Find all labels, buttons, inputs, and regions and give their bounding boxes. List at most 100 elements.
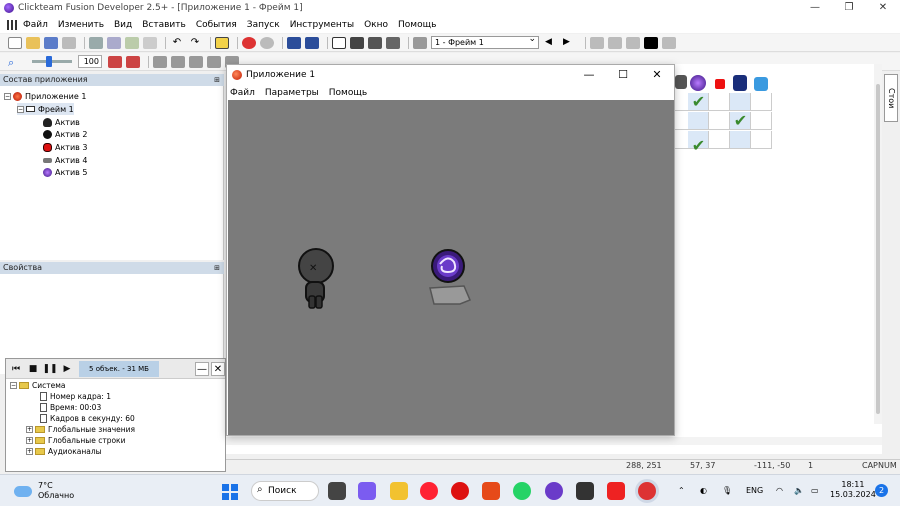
pin-icon[interactable]: ⊞: [214, 262, 220, 274]
weather-widget[interactable]: 7°C Облачно: [14, 481, 74, 501]
file-explorer-icon[interactable]: [390, 482, 408, 500]
event-list-icon[interactable]: [368, 36, 382, 49]
tree-item-active-5[interactable]: Актив 5: [43, 166, 88, 178]
app-taskbar-icon[interactable]: [576, 482, 594, 500]
side-tab[interactable]: Стои: [884, 74, 898, 122]
app-menu-file[interactable]: Файл: [230, 88, 255, 98]
align-icon[interactable]: [153, 55, 167, 68]
collapse-icon[interactable]: −: [10, 382, 17, 389]
pause-icon[interactable]: ❚❚: [42, 363, 57, 375]
clock[interactable]: 18:11 15.03.2024: [830, 480, 876, 500]
office-icon[interactable]: [482, 482, 500, 500]
whatsapp-icon[interactable]: [513, 482, 531, 500]
taskbar-search[interactable]: Поиск: [251, 481, 319, 501]
scrollbar-thumb[interactable]: [876, 84, 880, 414]
game-canvas[interactable]: ✕: [228, 100, 674, 435]
tree-item-active-1[interactable]: Актив: [43, 116, 80, 128]
layer-icon[interactable]: [108, 55, 122, 68]
fusion-taskbar-icon[interactable]: [545, 482, 563, 500]
paste-icon[interactable]: [125, 36, 139, 49]
expand-icon[interactable]: +: [26, 448, 33, 455]
event-editor-icon[interactable]: [350, 36, 364, 49]
microphone-icon[interactable]: 🎙: [722, 475, 732, 506]
menu-tools[interactable]: Инструменты: [290, 20, 354, 30]
debugger-row-fps[interactable]: Кадров в секунду: 60: [40, 413, 135, 424]
yandex-browser-icon[interactable]: [420, 482, 438, 500]
debugger-row-global-values[interactable]: + Глобальные значения: [26, 424, 135, 435]
menu-events[interactable]: События: [196, 20, 237, 30]
close-button[interactable]: ✕: [866, 0, 900, 16]
tree-item-active-2[interactable]: Актив 2: [43, 128, 88, 140]
next-frame-icon[interactable]: ▶: [563, 37, 577, 49]
minimize-button[interactable]: —: [798, 0, 832, 16]
tray-chevron-icon[interactable]: ⌃: [678, 475, 685, 506]
zoom-icon[interactable]: ⌕: [8, 56, 22, 69]
maximize-button[interactable]: ❐: [832, 0, 866, 16]
frame-editor-icon[interactable]: [305, 36, 319, 49]
pin-icon[interactable]: ⊞: [214, 74, 220, 86]
menu-file[interactable]: Файл: [23, 20, 48, 30]
editor-horizontal-scrollbar[interactable]: [226, 437, 882, 445]
open-folder-icon[interactable]: [26, 36, 40, 49]
save-all-icon[interactable]: [62, 36, 76, 49]
align-2-icon[interactable]: [171, 55, 185, 68]
cut-icon[interactable]: [89, 36, 103, 49]
grid-icon[interactable]: [662, 36, 676, 49]
menu-edit[interactable]: Изменить: [58, 20, 104, 30]
expand-icon[interactable]: +: [26, 437, 33, 444]
collapse-icon[interactable]: −: [4, 92, 11, 100]
data-elements-icon[interactable]: [386, 36, 400, 49]
run-app-icon[interactable]: [608, 36, 622, 49]
menu-insert[interactable]: Вставить: [142, 20, 186, 30]
help-icon[interactable]: [215, 36, 229, 49]
language-indicator[interactable]: ENG: [746, 475, 763, 506]
run-frame-icon[interactable]: [590, 36, 604, 49]
delete-icon[interactable]: [143, 36, 157, 49]
menu-view[interactable]: Вид: [114, 20, 132, 30]
check-icon[interactable]: ✔: [688, 137, 709, 155]
stop-icon[interactable]: [242, 36, 256, 49]
color-swatch-icon[interactable]: [644, 36, 658, 49]
debugger-close-button[interactable]: ✕: [211, 361, 225, 376]
debugger-row-time[interactable]: Время: 00:03: [40, 402, 101, 413]
zoom-slider-knob[interactable]: [46, 56, 52, 67]
frame-list-icon[interactable]: [413, 36, 427, 49]
collapse-icon[interactable]: −: [17, 105, 24, 113]
check-icon[interactable]: ✔: [688, 93, 709, 111]
save-icon[interactable]: [44, 36, 58, 49]
battery-icon[interactable]: ▭: [811, 475, 819, 506]
tree-item-active-4[interactable]: Актив 4: [43, 154, 88, 166]
running-app-icon[interactable]: [638, 482, 656, 500]
menu-run[interactable]: Запуск: [247, 20, 280, 30]
frame-select[interactable]: 1 - Фрейм 1: [431, 34, 539, 49]
app-menu-help[interactable]: Помощь: [329, 88, 367, 98]
redo-icon[interactable]: ↷: [188, 37, 202, 49]
debugger-row-system[interactable]: − Система: [10, 380, 65, 391]
prev-frame-icon[interactable]: ◀: [545, 37, 559, 49]
menu-window[interactable]: Окно: [364, 20, 388, 30]
disabled-stop-icon[interactable]: [260, 36, 274, 49]
debugger-row-audio[interactable]: + Аудиоканалы: [26, 446, 102, 457]
zoom-input[interactable]: 100: [78, 55, 102, 68]
pinterest-icon[interactable]: [451, 482, 469, 500]
tree-item-frame[interactable]: − Фрейм 1: [17, 103, 74, 115]
yandex-icon[interactable]: [607, 482, 625, 500]
start-button-icon[interactable]: [222, 484, 238, 500]
debugger-minimize-button[interactable]: —: [195, 361, 209, 376]
volume-icon[interactable]: 🔈: [794, 475, 804, 506]
app-minimize-button[interactable]: —: [572, 65, 606, 85]
debugger-row-frame[interactable]: Номер кадра: 1: [40, 391, 111, 402]
app-maximize-button[interactable]: ☐: [606, 65, 640, 85]
wifi-icon[interactable]: ◠: [776, 475, 783, 506]
tree-item-active-3[interactable]: Актив 3: [43, 141, 88, 153]
copy-icon[interactable]: [107, 36, 121, 49]
tray-app-icon[interactable]: ◐: [700, 475, 707, 506]
storyboard-icon[interactable]: [287, 36, 301, 49]
expand-icon[interactable]: +: [26, 426, 33, 433]
play-icon[interactable]: ▶: [60, 363, 74, 375]
chat-icon[interactable]: [358, 482, 376, 500]
menu-help[interactable]: Помощь: [398, 20, 436, 30]
zoom-slider[interactable]: [32, 56, 72, 67]
tree-item-app[interactable]: − Приложение 1: [4, 90, 86, 102]
task-view-icon[interactable]: [328, 482, 346, 500]
